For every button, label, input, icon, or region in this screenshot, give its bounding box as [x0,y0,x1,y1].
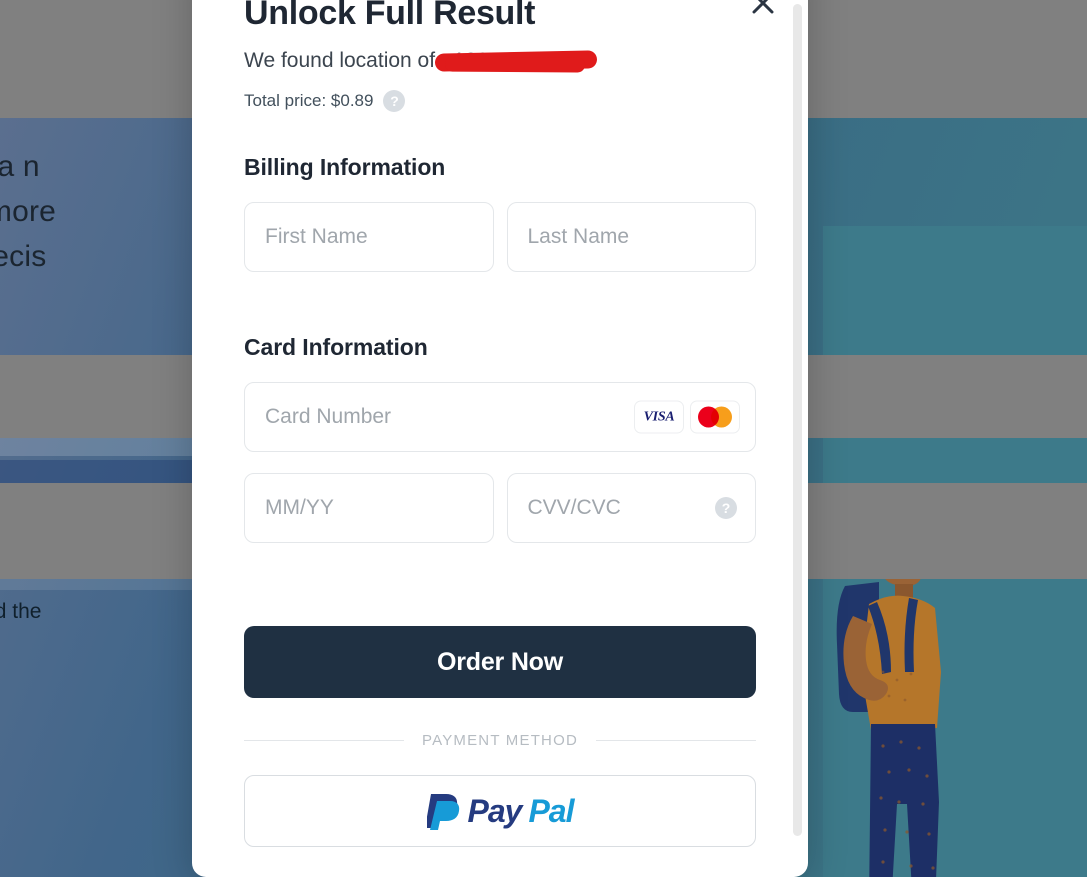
cvc-help-icon[interactable]: ? [715,497,737,519]
mastercard-orange-circle [711,406,732,428]
modal-subtitle-prefix: We found location of [244,49,441,72]
screen-root: location of a n mber and more ntly and p… [0,0,1087,877]
accepted-card-brands: VISA [635,401,739,433]
modal-scrollbar-thumb[interactable] [793,4,802,836]
visa-wordmark: VISA [643,409,675,424]
cvc-placeholder: CVV/CVC [527,496,621,519]
billing-information-heading: Billing Information [244,154,446,180]
redaction-marker [434,50,598,72]
card-number-placeholder: Card Number [265,405,392,428]
card-number-row: Card Number VISA [244,382,756,452]
first-name-field[interactable]: First Name [244,202,494,272]
divider-line-left [244,740,405,741]
card-number-field[interactable]: Card Number VISA [244,382,756,452]
last-name-placeholder: Last Name [527,225,630,248]
nav-item-feature[interactable]: Feature [51,39,127,65]
last-name-field[interactable]: Last Name [506,202,756,272]
cvc-field[interactable]: CVV/CVC ? [506,473,756,543]
navbar-items: se Feature [0,39,127,65]
payment-method-divider: PAYMENT METHOD [244,732,757,749]
modal-subtitle: We found location of +19163... [244,48,756,74]
person-with-backpack-illustration [823,226,1087,877]
mastercard-icon [691,401,739,433]
paypal-logo: Pay Pal [426,792,574,830]
paypal-button[interactable]: Pay Pal [244,775,756,847]
order-now-button[interactable]: Order Now [244,626,756,698]
unlock-full-result-modal: Unlock Full Result We found location of … [192,0,808,877]
paypal-pal-text: Pal [528,792,574,829]
card-information-heading: Card Information [244,334,428,360]
redacted-phone-number: +19163... [434,49,598,72]
mastercard-circles [698,406,732,428]
billing-name-row: First Name Last Name [244,202,756,272]
expiry-field[interactable]: MM/YY [244,473,494,543]
total-price-row: Total price: $0.89 ? [244,90,756,112]
total-price-label: Total price: $0.89 [244,91,374,110]
price-help-icon[interactable]: ? [383,90,406,112]
modal-scrollbar-track[interactable] [793,4,802,836]
modal-title: Unlock Full Result [244,0,536,32]
payment-method-label: PAYMENT METHOD [422,732,578,749]
expiry-placeholder: MM/YY [265,496,334,519]
paypal-icon [426,794,459,830]
illustration-svg [823,226,1087,877]
close-x-glyph [752,0,774,14]
modal-content: Unlock Full Result We found location of … [192,0,808,877]
card-expiry-cvc-row: MM/YY CVV/CVC ? [244,473,756,543]
first-name-placeholder: First Name [265,225,368,248]
close-icon[interactable] [746,0,780,20]
paypal-pay-text: Pay [467,792,523,829]
visa-icon: VISA [635,401,683,433]
divider-line-right [596,740,757,741]
